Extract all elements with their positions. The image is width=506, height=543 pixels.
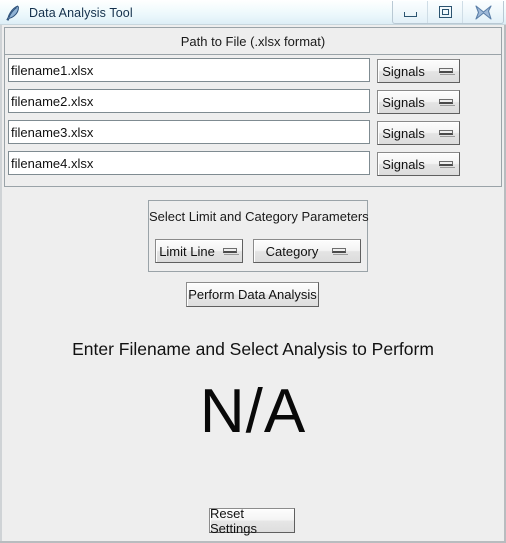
signals-dropdown-3-label: Signals xyxy=(382,125,425,141)
status-message: Enter Filename and Select Analysis to Pe… xyxy=(72,339,434,359)
dropdown-indicator-icon xyxy=(332,247,349,255)
dropdown-indicator-icon xyxy=(438,160,455,168)
path-panel-header: Path to File (.xlsx format) xyxy=(5,28,501,55)
limit-line-dropdown-label: Limit Line xyxy=(159,243,215,259)
signals-dropdown-4-label: Signals xyxy=(382,156,425,172)
java-feather-icon xyxy=(6,5,19,21)
signals-dropdown-2-label: Signals xyxy=(382,94,425,110)
signals-dropdown-2[interactable]: Signals xyxy=(377,90,460,114)
dropdown-indicator-icon xyxy=(222,247,239,255)
dropdown-indicator-icon xyxy=(438,129,455,137)
file-row: Signals xyxy=(5,148,501,179)
perform-data-analysis-label: Perform Data Analysis xyxy=(188,287,317,302)
perform-data-analysis-button[interactable]: Perform Data Analysis xyxy=(186,282,319,307)
file-row: Signals xyxy=(5,55,501,86)
signals-dropdown-1[interactable]: Signals xyxy=(377,59,460,83)
window-edge-left xyxy=(0,25,2,543)
dropdown-indicator-icon xyxy=(438,98,455,106)
limit-category-parameters-panel: Select Limit and Category Parameters Lim… xyxy=(148,200,369,272)
application-window: Data Analysis Tool Path to File (.xlsx f… xyxy=(0,0,506,543)
minimize-button[interactable] xyxy=(393,1,428,23)
signals-dropdown-3[interactable]: Signals xyxy=(377,121,460,145)
path-to-file-panel: Path to File (.xlsx format) Signals Sign… xyxy=(4,27,502,187)
analysis-result-value: N/A xyxy=(199,377,307,446)
reset-settings-button[interactable]: Reset Settings xyxy=(209,505,295,536)
params-panel-title: Select Limit and Category Parameters xyxy=(149,209,369,224)
path-input-3[interactable] xyxy=(8,120,370,144)
dropdown-indicator-icon xyxy=(438,67,455,75)
window-title: Data Analysis Tool xyxy=(29,5,133,20)
minimize-icon xyxy=(403,11,417,17)
path-input-1[interactable] xyxy=(8,58,370,82)
close-button[interactable] xyxy=(463,1,503,23)
signals-dropdown-1-label: Signals xyxy=(382,63,425,79)
reset-settings-label: Reset Settings xyxy=(210,505,257,536)
title-bar-left: Data Analysis Tool xyxy=(4,0,133,25)
category-dropdown[interactable]: Category xyxy=(253,239,361,263)
restore-button[interactable] xyxy=(428,1,463,23)
path-input-2[interactable] xyxy=(8,89,370,113)
signals-dropdown-4[interactable]: Signals xyxy=(377,152,460,176)
restore-icon xyxy=(438,6,452,18)
close-icon xyxy=(474,4,492,20)
limit-line-dropdown[interactable]: Limit Line xyxy=(155,239,243,263)
window-controls xyxy=(392,1,504,24)
file-row: Signals xyxy=(5,86,501,117)
file-row: Signals xyxy=(5,117,501,148)
category-dropdown-label: Category xyxy=(265,243,319,259)
title-bar: Data Analysis Tool xyxy=(0,0,506,25)
path-input-4[interactable] xyxy=(8,151,370,175)
